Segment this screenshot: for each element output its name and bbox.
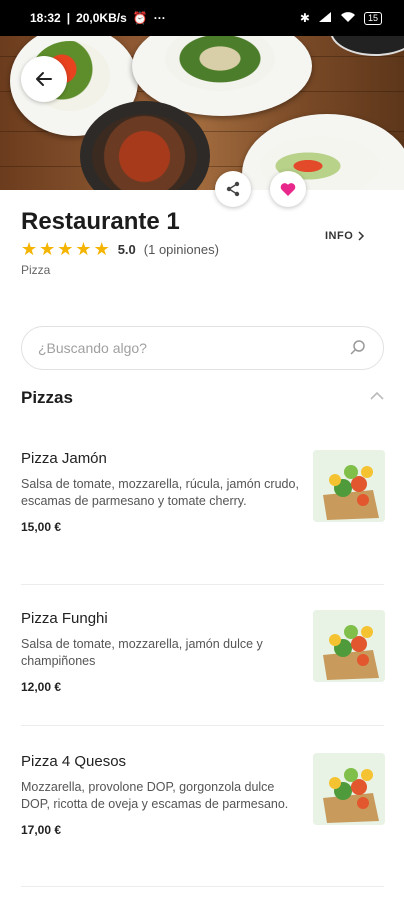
- item-image[interactable]: [313, 610, 385, 682]
- status-bar: 18:32 | 20,0KB/s ⏰ ··· ✱ 15: [0, 0, 404, 36]
- status-time: 18:32: [30, 11, 61, 25]
- share-button[interactable]: [215, 171, 251, 207]
- item-description: Mozzarella, provolone DOP, gorgonzola du…: [21, 780, 289, 811]
- restaurant-category: Pizza: [21, 263, 51, 277]
- divider: [21, 886, 384, 887]
- restaurant-title: Restaurante 1: [21, 208, 180, 235]
- item-price: 15,00 €: [21, 520, 62, 534]
- share-icon: [226, 181, 240, 197]
- bluetooth-icon: ✱: [299, 11, 310, 25]
- star-icon: ★: [21, 239, 38, 259]
- wifi-icon: [340, 11, 356, 26]
- collapse-button[interactable]: [370, 388, 384, 406]
- search-input[interactable]: [38, 340, 338, 356]
- item-description: Salsa de tomate, mozzarella, rúcula, jam…: [21, 477, 299, 508]
- divider: [21, 725, 384, 726]
- star-icon: ★: [57, 239, 74, 259]
- item-price: 17,00 €: [21, 823, 62, 837]
- alarm-icon: ⏰: [132, 11, 148, 25]
- divider: [21, 584, 384, 585]
- more-icon: ···: [153, 11, 166, 25]
- opinions-count[interactable]: (1 opiniones): [144, 242, 219, 257]
- info-button[interactable]: INFO: [325, 230, 365, 242]
- star-icon: ★: [93, 239, 110, 259]
- back-button[interactable]: [21, 56, 67, 102]
- search-icon[interactable]: [349, 339, 367, 357]
- star-icon: ★: [39, 239, 56, 259]
- chevron-up-icon: [370, 391, 384, 400]
- rating-score: 5.0: [117, 241, 136, 257]
- status-speed: 20,0KB/s: [76, 11, 127, 25]
- chevron-right-icon: [358, 231, 365, 241]
- item-price: 12,00 €: [21, 680, 62, 694]
- search-bar[interactable]: [21, 326, 384, 370]
- star-icon: ★: [75, 239, 92, 259]
- section-title: Pizzas: [21, 388, 73, 407]
- item-description: Salsa de tomate, mozzarella, jamón dulce…: [21, 637, 263, 668]
- hero-image: [0, 36, 404, 190]
- item-image[interactable]: [313, 753, 385, 825]
- signal-icon: [318, 11, 332, 26]
- rating-row: ★ ★ ★ ★ ★ 5.0 (1 opiniones): [21, 240, 219, 258]
- info-label: INFO: [325, 230, 354, 242]
- favorite-button[interactable]: [270, 171, 306, 207]
- battery-icon: 15: [363, 11, 382, 25]
- arrow-left-icon: [36, 72, 52, 86]
- item-image[interactable]: [313, 450, 385, 522]
- heart-icon: [280, 182, 296, 196]
